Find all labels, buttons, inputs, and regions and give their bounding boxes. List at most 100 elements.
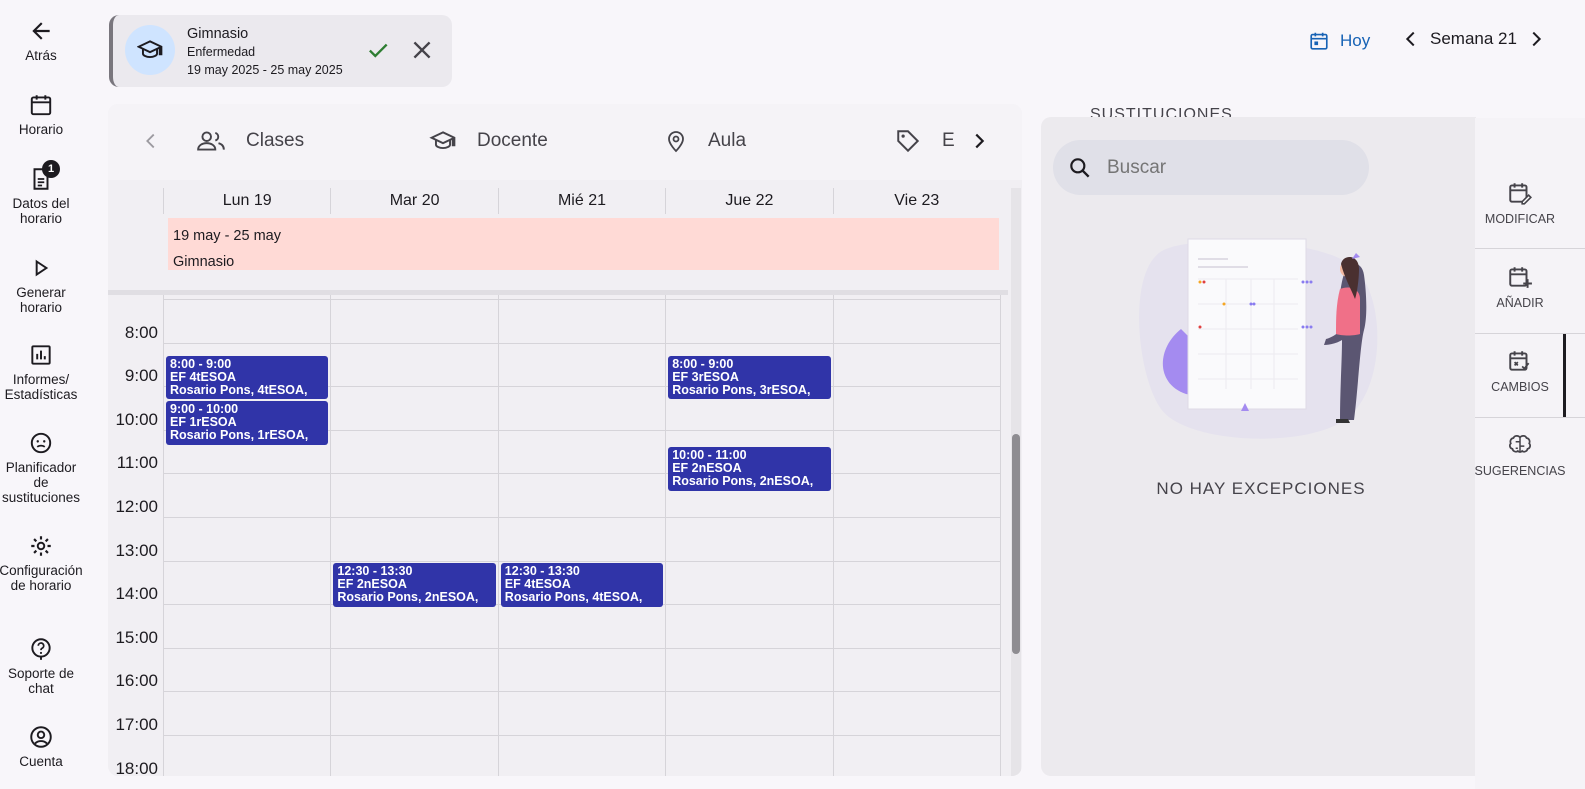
help-icon: [31, 638, 51, 660]
day-header[interactable]: Mar 20: [330, 188, 497, 214]
empty-state-text: NO HAY EXCEPCIONES: [1156, 479, 1366, 498]
side-tab-modify[interactable]: MODIFICAR: [1475, 180, 1565, 226]
lesson-event[interactable]: 12:30 - 13:30 EF 2nESOA Rosario Pons, 2nES…: [333, 562, 496, 607]
chevron-left-icon: [146, 133, 155, 149]
calendar-panel: Clases Docente Aula E Lun 19 Mar 20 Mié 21…: [108, 104, 1022, 776]
rail-label: Soporte de chat: [7, 666, 75, 696]
side-tab-suggestions[interactable]: SUGERENCIAS: [1474, 432, 1566, 478]
filter-tabs: Clases Docente Aula E: [108, 104, 1022, 180]
rail-label: Atrás: [25, 48, 57, 63]
check-icon: [369, 43, 388, 58]
divider: [1475, 417, 1585, 418]
notification-badge: 1: [42, 160, 60, 178]
side-tab-changes[interactable]: CAMBIOS: [1475, 348, 1565, 394]
hour-gridline: [163, 473, 1000, 475]
lesson-event[interactable]: 8:00 - 9:00 EF 3rESOA Rosario Pons, 3rESOA…: [668, 355, 831, 400]
tab-classroom[interactable]: Aula: [664, 128, 746, 154]
day-header[interactable]: Lun 19: [163, 188, 330, 214]
hour-label: 16:00: [115, 671, 158, 691]
event-teacher: Rosario Pons, 2nESOA,: [672, 474, 814, 489]
event-teacher: Rosario Pons, 4tESOA,: [504, 589, 643, 604]
tab-teacher[interactable]: Docente: [429, 128, 548, 154]
chevron-left-icon[interactable]: [1400, 28, 1422, 50]
add-calendar-icon: [1509, 267, 1532, 288]
rail-label: Informes/ Estadísticas: [4, 372, 78, 402]
event-teacher: Rosario Pons, 3rESOA,: [672, 382, 811, 397]
rail-chat-support[interactable]: Soporte de chat: [0, 636, 82, 696]
event-group: EF 4tESOA: [504, 576, 571, 591]
rail-reports[interactable]: Informes/ Estadísticas: [0, 342, 82, 402]
event-teacher: Rosario Pons, 2nESOA,: [337, 589, 479, 604]
scroll-thumb[interactable]: [1012, 434, 1020, 654]
side-tab-label: MODIFICAR: [1484, 212, 1556, 226]
event-time: 12:30 - 13:30: [504, 563, 580, 578]
lesson-event[interactable]: 9:00 - 10:00 EF 1rESOA Rosario Pons, 1rESO…: [166, 401, 329, 446]
chevron-right-icon[interactable]: [1525, 28, 1547, 50]
day-header[interactable]: Jue 22: [665, 188, 832, 214]
navigation-rail: Atrás Horario 1 Datos del horario Genera…: [0, 0, 90, 789]
tag-icon: [897, 130, 920, 153]
day-column-divider: [163, 295, 164, 776]
search-box[interactable]: [1053, 140, 1369, 195]
confirm-button[interactable]: [365, 37, 391, 68]
hour-grid[interactable]: 7:00 8:00 9:00 10:00 11:00 12:00 13:00 14:00 15:…: [108, 295, 1008, 776]
search-icon: [1070, 157, 1090, 178]
play-icon: [35, 259, 49, 277]
rail-substitutions[interactable]: Planificador de sustituciones: [0, 430, 82, 505]
side-tab-add[interactable]: AÑADIR: [1475, 264, 1565, 310]
rail-settings[interactable]: Configuración de horario: [0, 533, 83, 593]
rail-label: Configuración de horario: [0, 563, 83, 593]
hour-gridline: [163, 691, 1000, 693]
active-tab-indicator: [1563, 334, 1566, 417]
side-tab-label: SUGERENCIAS: [1474, 464, 1566, 478]
tab-label: Docente: [477, 130, 548, 151]
tab-label: Clases: [246, 130, 305, 151]
rail-account[interactable]: Cuenta: [0, 724, 82, 769]
today-button[interactable]: Hoy: [1308, 30, 1370, 52]
rail-back[interactable]: Atrás: [0, 18, 82, 63]
week-label: Semana 21: [1430, 29, 1517, 48]
lesson-event[interactable]: 10:00 - 11:00 EF 2nESOA Rosario Pons, 2nES…: [668, 447, 831, 491]
edit-calendar-icon: [1509, 183, 1532, 205]
day-header[interactable]: Vie 23: [832, 188, 1000, 214]
tab-tags[interactable]: E: [894, 128, 955, 154]
tabs-scroll-right[interactable]: [968, 129, 990, 158]
account-icon: [30, 726, 52, 748]
tab-classes[interactable]: Clases: [196, 128, 304, 154]
rail-schedule-data[interactable]: 1 Datos del horario: [0, 160, 82, 226]
rail-generate[interactable]: Generar horario: [0, 255, 82, 315]
event-time: 8:00 - 9:00: [170, 356, 232, 371]
hour-gridline: [163, 342, 1000, 344]
exception-card[interactable]: Gimnasio Enfermedad 19 may 2025 - 25 may…: [109, 15, 452, 87]
rail-schedule[interactable]: Horario: [0, 92, 82, 137]
rail-label: Datos del horario: [12, 196, 70, 226]
gear-icon: [31, 536, 51, 556]
side-tab-label: CAMBIOS: [1491, 380, 1549, 394]
hour-gridline: [163, 299, 1000, 300]
teacher-avatar: [125, 25, 175, 75]
day-column-divider: [330, 295, 332, 776]
event-time: 8:00 - 9:00: [672, 356, 734, 371]
hour-gridline: [163, 735, 1000, 736]
dismiss-button[interactable]: [409, 37, 435, 68]
lesson-event[interactable]: 12:30 - 13:30 EF 4tESOA Rosario Pons, 4tES…: [500, 562, 664, 607]
divider: [1475, 248, 1585, 249]
lesson-event[interactable]: 8:00 - 9:00 EF 4tESOA Rosario Pons, 4tESOA…: [166, 355, 329, 400]
exception-title: Gimnasio: [187, 26, 249, 42]
exception-dates: 19 may 2025 - 25 may 2025: [187, 63, 343, 77]
day-column-divider: [665, 295, 667, 776]
group-icon: [197, 131, 225, 151]
calendar-scrollbar[interactable]: [1011, 188, 1021, 776]
day-header[interactable]: Mié 21: [497, 188, 665, 214]
hour-label: 9:00: [124, 366, 158, 386]
calendar-today-icon: [1310, 32, 1328, 50]
tabs-scroll-left[interactable]: [140, 129, 162, 158]
exception-banner[interactable]: 19 may - 25 may Gimnasio: [168, 218, 999, 270]
school-icon: [137, 40, 163, 59]
rail-label: Generar horario: [16, 285, 66, 315]
hour-label: 17:00: [115, 715, 158, 734]
hour-label: 11:00: [116, 453, 158, 473]
hour-label: 8:00: [124, 322, 158, 342]
event-teacher: Rosario Pons, 4tESOA,: [170, 382, 308, 397]
search-input[interactable]: [1107, 156, 1337, 179]
